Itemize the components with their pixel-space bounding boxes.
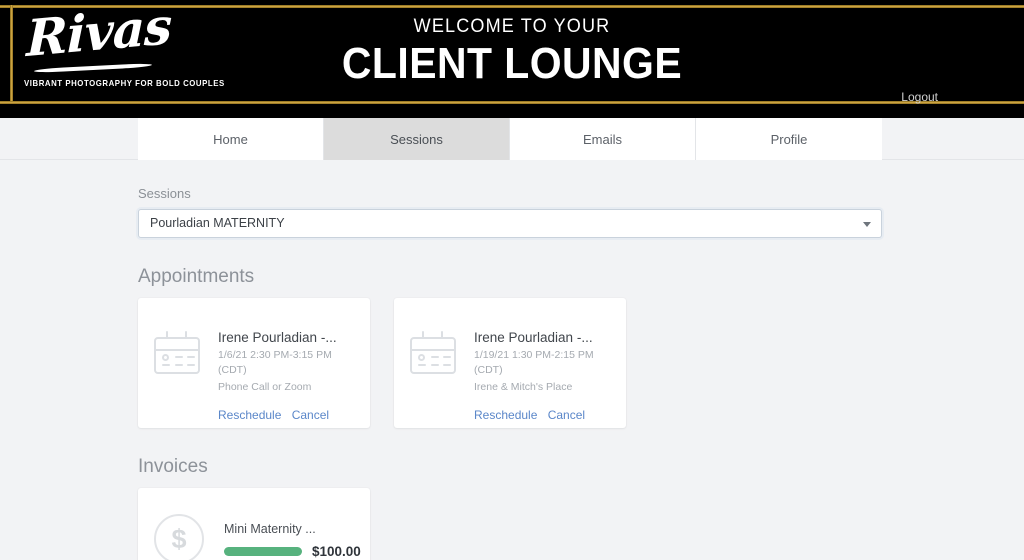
sessions-select[interactable]: Pourladian MATERNITY [138,209,882,238]
sessions-select-value: Pourladian MATERNITY [150,216,285,230]
appointment-card[interactable]: Irene Pourladian -... 1/6/21 2:30 PM-3:1… [138,298,370,428]
invoice-progress-row: $100.00 [224,544,361,559]
invoices-list: $ Mini Maternity ... $100.00 [138,488,886,560]
invoice-details: Mini Maternity ... $100.00 [224,514,361,560]
appointment-location: Phone Call or Zoom [218,380,356,395]
tab-bar: Home Sessions Emails Profile [0,118,1024,160]
welcome-banner: WELCOME TO YOUR CLIENT LOUNGE [0,16,1024,88]
invoice-card[interactable]: $ Mini Maternity ... $100.00 [138,488,370,560]
invoice-progress-bar [224,547,302,556]
invoices-heading: Invoices [138,456,886,478]
cancel-link[interactable]: Cancel [292,408,329,422]
invoice-amount: $100.00 [312,544,361,559]
reschedule-link[interactable]: Reschedule [218,408,281,422]
calendar-icon [410,330,458,374]
appointment-datetime: 1/6/21 2:30 PM-3:15 PM (CDT) [218,348,356,378]
invoice-title: Mini Maternity ... [224,522,361,536]
tab-profile[interactable]: Profile [696,118,882,160]
dollar-circle-icon: $ [154,514,204,560]
tab-list: Home Sessions Emails Profile [138,118,882,160]
appointment-datetime: 1/19/21 1:30 PM-2:15 PM (CDT) [474,348,612,378]
sessions-select-label: Sessions [138,160,886,201]
appointments-heading: Appointments [138,266,886,288]
logout-link[interactable]: Logout [901,90,938,104]
appointment-title: Irene Pourladian -... [218,329,356,346]
main-content: Sessions Pourladian MATERNITY Appointmen… [0,160,1024,560]
cancel-link[interactable]: Cancel [548,408,585,422]
appointment-title: Irene Pourladian -... [474,329,612,346]
site-header: Rivas VIBRANT PHOTOGRAPHY FOR BOLD COUPL… [0,0,1024,118]
appointment-card[interactable]: Irene Pourladian -... 1/19/21 1:30 PM-2:… [394,298,626,428]
tab-emails[interactable]: Emails [510,118,696,160]
appointment-details: Irene Pourladian -... 1/19/21 1:30 PM-2:… [474,328,612,428]
chevron-down-icon [863,222,871,227]
banner-subtitle: WELCOME TO YOUR [26,16,999,38]
appointments-list: Irene Pourladian -... 1/6/21 2:30 PM-3:1… [138,298,886,428]
gold-border-bottom [0,101,1024,104]
appointment-actions: Reschedule Cancel [218,408,356,422]
banner-title: CLIENT LOUNGE [36,40,988,88]
calendar-icon [154,330,202,374]
reschedule-link[interactable]: Reschedule [474,408,537,422]
appointment-details: Irene Pourladian -... 1/6/21 2:30 PM-3:1… [218,328,356,428]
tab-home[interactable]: Home [138,118,324,160]
tab-sessions[interactable]: Sessions [324,118,510,160]
appointment-location: Irene & Mitch's Place [474,380,612,395]
appointment-actions: Reschedule Cancel [474,408,612,422]
